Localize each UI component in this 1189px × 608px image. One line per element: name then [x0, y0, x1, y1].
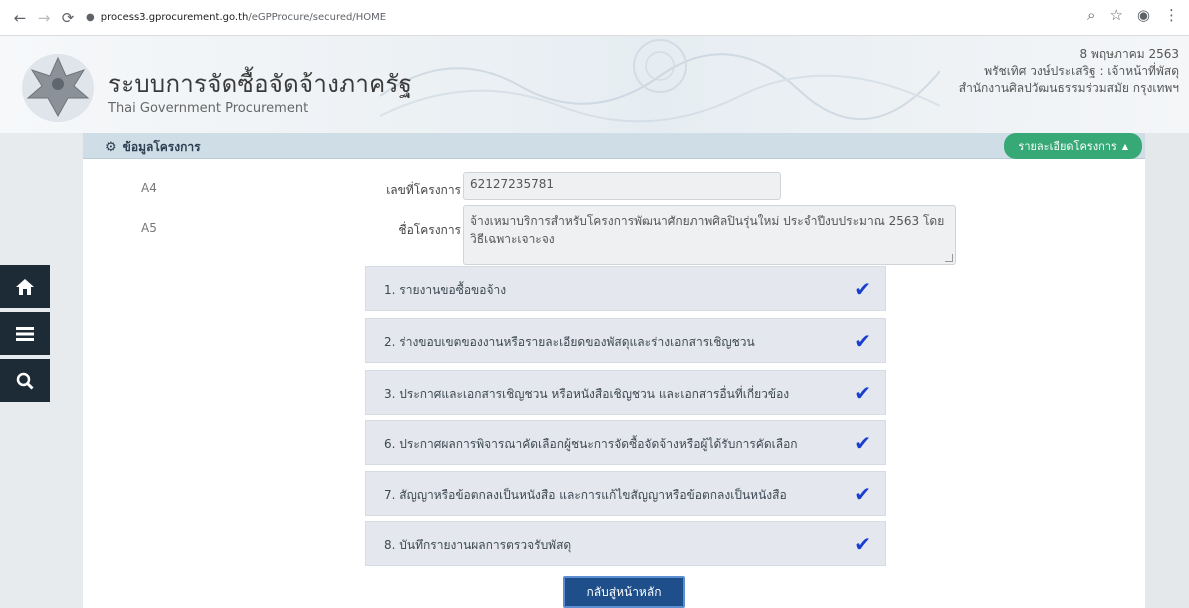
bookmark-star-icon[interactable]: ☆	[1109, 6, 1122, 24]
zoom-icon[interactable]: ⌕	[1087, 6, 1095, 24]
resize-handle-icon[interactable]	[945, 254, 953, 262]
project-number-label: เลขที่โครงการ	[386, 183, 461, 197]
checkmark-icon: ✔	[854, 482, 871, 506]
search-icon	[16, 372, 34, 390]
project-name-field[interactable]: จ้างเหมาบริการสำหรับโครงการพัฒนาศักยภาพศ…	[463, 205, 956, 265]
site-header: ระบบการจัดซื้อจัดจ้างภาครัฐ Thai Governm…	[0, 36, 1189, 133]
sliders-icon: ⚙	[105, 140, 117, 155]
url-path: /eGPProcure/secured/HOME	[248, 12, 387, 23]
project-number-field[interactable]: 62127235781	[463, 172, 781, 200]
step-label: 2. ร่างขอบเขตของงานหรือรายละเอียดของพัสด…	[384, 335, 755, 349]
field-code-a4: A4	[141, 181, 157, 195]
home-icon	[16, 278, 34, 295]
step-item[interactable]: 1. รายงานขอซื้อขอจ้าง ✔	[365, 266, 886, 311]
user-info: 8 พฤษภาคม 2563 พรัชเทิศ วงษ์ประเสริฐ : เ…	[959, 46, 1179, 97]
project-detail-label: รายละเอียดโครงการ	[1018, 140, 1117, 153]
step-item[interactable]: 6. ประกาศผลการพิจารณาคัดเลือกผู้ชนะการจั…	[365, 420, 886, 465]
panel-title-text: ข้อมูลโครงการ	[122, 140, 201, 154]
menu-list-button[interactable]	[0, 312, 50, 355]
step-label: 3. ประกาศและเอกสารเชิญชวน หรือหนังสือเชิ…	[384, 387, 790, 401]
step-item[interactable]: 2. ร่างขอบเขตของงานหรือรายละเอียดของพัสด…	[365, 318, 886, 363]
search-menu-button[interactable]	[0, 359, 50, 402]
url-host: process3.gprocurement.go.th	[100, 12, 249, 23]
step-label: 6. ประกาศผลการพิจารณาคัดเลือกผู้ชนะการจั…	[384, 437, 798, 451]
site-info-icon[interactable]: ●	[86, 12, 95, 23]
current-date: 8 พฤษภาคม 2563	[1079, 47, 1179, 61]
site-title-thai: ระบบการจัดซื้อจัดจ้างภาครัฐ	[108, 70, 413, 98]
back-to-home-button[interactable]: กลับสู่หน้าหลัก	[563, 576, 685, 608]
checkmark-icon: ✔	[854, 381, 871, 405]
reload-icon[interactable]: ⟳	[56, 6, 80, 30]
step-label: 1. รายงานขอซื้อขอจ้าง	[384, 283, 507, 297]
project-name-label: ชื่อโครงการ	[398, 223, 461, 237]
more-menu-icon[interactable]: ⋮	[1164, 6, 1179, 24]
panel-title: ⚙ ข้อมูลโครงการ	[105, 138, 201, 157]
user-name: พรัชเทิศ วงษ์ประเสริฐ : เจ้าหน้าที่พัสดุ	[984, 64, 1179, 78]
step-label: 7. สัญญาหรือข้อตกลงเป็นหนังสือ และการแก้…	[384, 488, 787, 502]
hamburger-icon	[16, 326, 34, 341]
home-menu-button[interactable]	[0, 265, 50, 308]
checkmark-icon: ✔	[854, 532, 871, 556]
step-item[interactable]: 3. ประกาศและเอกสารเชิญชวน หรือหนังสือเชิ…	[365, 370, 886, 415]
garuda-logo-icon	[22, 54, 94, 122]
caret-up-icon: ▲	[1121, 141, 1128, 151]
profile-icon[interactable]: ◉	[1137, 6, 1150, 24]
project-panel: ⚙ ข้อมูลโครงการ รายละเอียดโครงการ ▲ A4 เ…	[83, 133, 1145, 608]
step-item[interactable]: 8. บันทึกรายงานผลการตรวจรับพัสดุ ✔	[365, 521, 886, 566]
checkmark-icon: ✔	[854, 277, 871, 301]
banner-pattern	[380, 39, 940, 123]
field-code-a5: A5	[141, 221, 157, 235]
panel-header: ⚙ ข้อมูลโครงการ รายละเอียดโครงการ ▲	[83, 133, 1145, 159]
user-organization: สำนักงานศิลปวัฒนธรรมร่วมสมัย กรุงเทพฯ	[958, 81, 1179, 95]
address-bar[interactable]: process3.gprocurement.go.th/eGPProcure/s…	[101, 12, 386, 23]
checkmark-icon: ✔	[854, 431, 871, 455]
checkmark-icon: ✔	[854, 329, 871, 353]
forward-arrow-icon[interactable]: →	[32, 6, 56, 30]
side-menu	[0, 265, 50, 406]
step-item[interactable]: 7. สัญญาหรือข้อตกลงเป็นหนังสือ และการแก้…	[365, 471, 886, 516]
project-name-text: จ้างเหมาบริการสำหรับโครงการพัฒนาศักยภาพศ…	[470, 214, 945, 246]
back-arrow-icon[interactable]: ←	[8, 6, 32, 30]
right-gutter	[1145, 133, 1189, 608]
step-label: 8. บันทึกรายงานผลการตรวจรับพัสดุ	[384, 538, 572, 552]
browser-toolbar: ← → ⟳ ● process3.gprocurement.go.th/eGPP…	[0, 0, 1189, 36]
site-title-english: Thai Government Procurement	[108, 101, 309, 116]
project-detail-button[interactable]: รายละเอียดโครงการ ▲	[1004, 133, 1142, 159]
